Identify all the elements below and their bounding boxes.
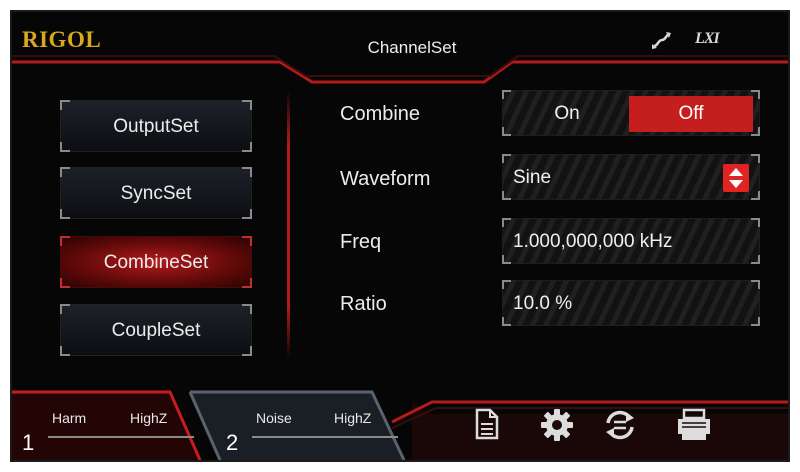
lxi-icon: LXI	[695, 30, 720, 47]
nav-item-label: CombineSet	[103, 252, 209, 273]
combine-label: Combine	[340, 103, 421, 125]
usb-icon	[650, 30, 672, 56]
channel-1-tab[interactable]: 1 Harm HighZ	[12, 390, 202, 458]
nav-item-combineset[interactable]: CombineSet	[60, 236, 252, 288]
gear-icon[interactable]	[540, 408, 574, 447]
ratio-label: Ratio	[340, 293, 387, 315]
instrument-screen: RIGOL ChannelSet LXI OutputSet SyncSet C…	[10, 10, 790, 462]
nav-item-label: SyncSet	[120, 183, 192, 204]
waveform-label: Waveform	[340, 168, 431, 190]
nav-item-syncset[interactable]: SyncSet	[60, 167, 252, 219]
channel-number: 2	[226, 430, 239, 455]
combine-toggle: On Off	[502, 90, 760, 136]
channel-number: 1	[22, 430, 35, 455]
nav-item-coupleset[interactable]: CoupleSet	[60, 304, 252, 356]
section-divider	[287, 90, 290, 360]
channel-mode: Noise	[256, 410, 292, 426]
updown-arrow-icon[interactable]	[723, 164, 749, 192]
nav-item-label: CoupleSet	[111, 320, 201, 341]
channel-underline	[48, 436, 194, 438]
waveform-select[interactable]: Sine	[502, 154, 760, 200]
channel-impedance: HighZ	[334, 410, 372, 426]
printer-icon[interactable]	[674, 408, 714, 447]
combine-off-button[interactable]: Off	[629, 96, 753, 132]
document-icon[interactable]	[474, 408, 500, 445]
channel-mode: Harm	[52, 410, 87, 426]
ratio-field[interactable]: 10.0 %	[502, 280, 760, 326]
freq-value: 1.000,000,000 kHz	[513, 231, 673, 252]
nav-item-outputset[interactable]: OutputSet	[60, 100, 252, 152]
combine-on-button[interactable]: On	[511, 96, 623, 132]
channel-impedance: HighZ	[130, 410, 168, 426]
nav-item-label: OutputSet	[113, 116, 199, 137]
brand-logo: RIGOL	[22, 27, 102, 52]
freq-label: Freq	[340, 231, 382, 253]
page-title: ChannelSet	[367, 38, 457, 57]
freq-field[interactable]: 1.000,000,000 kHz	[502, 218, 760, 264]
channel-underline	[252, 436, 398, 438]
waveform-value: Sine	[513, 167, 552, 188]
channel-2-tab[interactable]: 2 Noise HighZ	[212, 390, 402, 458]
sync-icon[interactable]	[602, 408, 638, 447]
ratio-value: 10.0 %	[513, 293, 573, 314]
